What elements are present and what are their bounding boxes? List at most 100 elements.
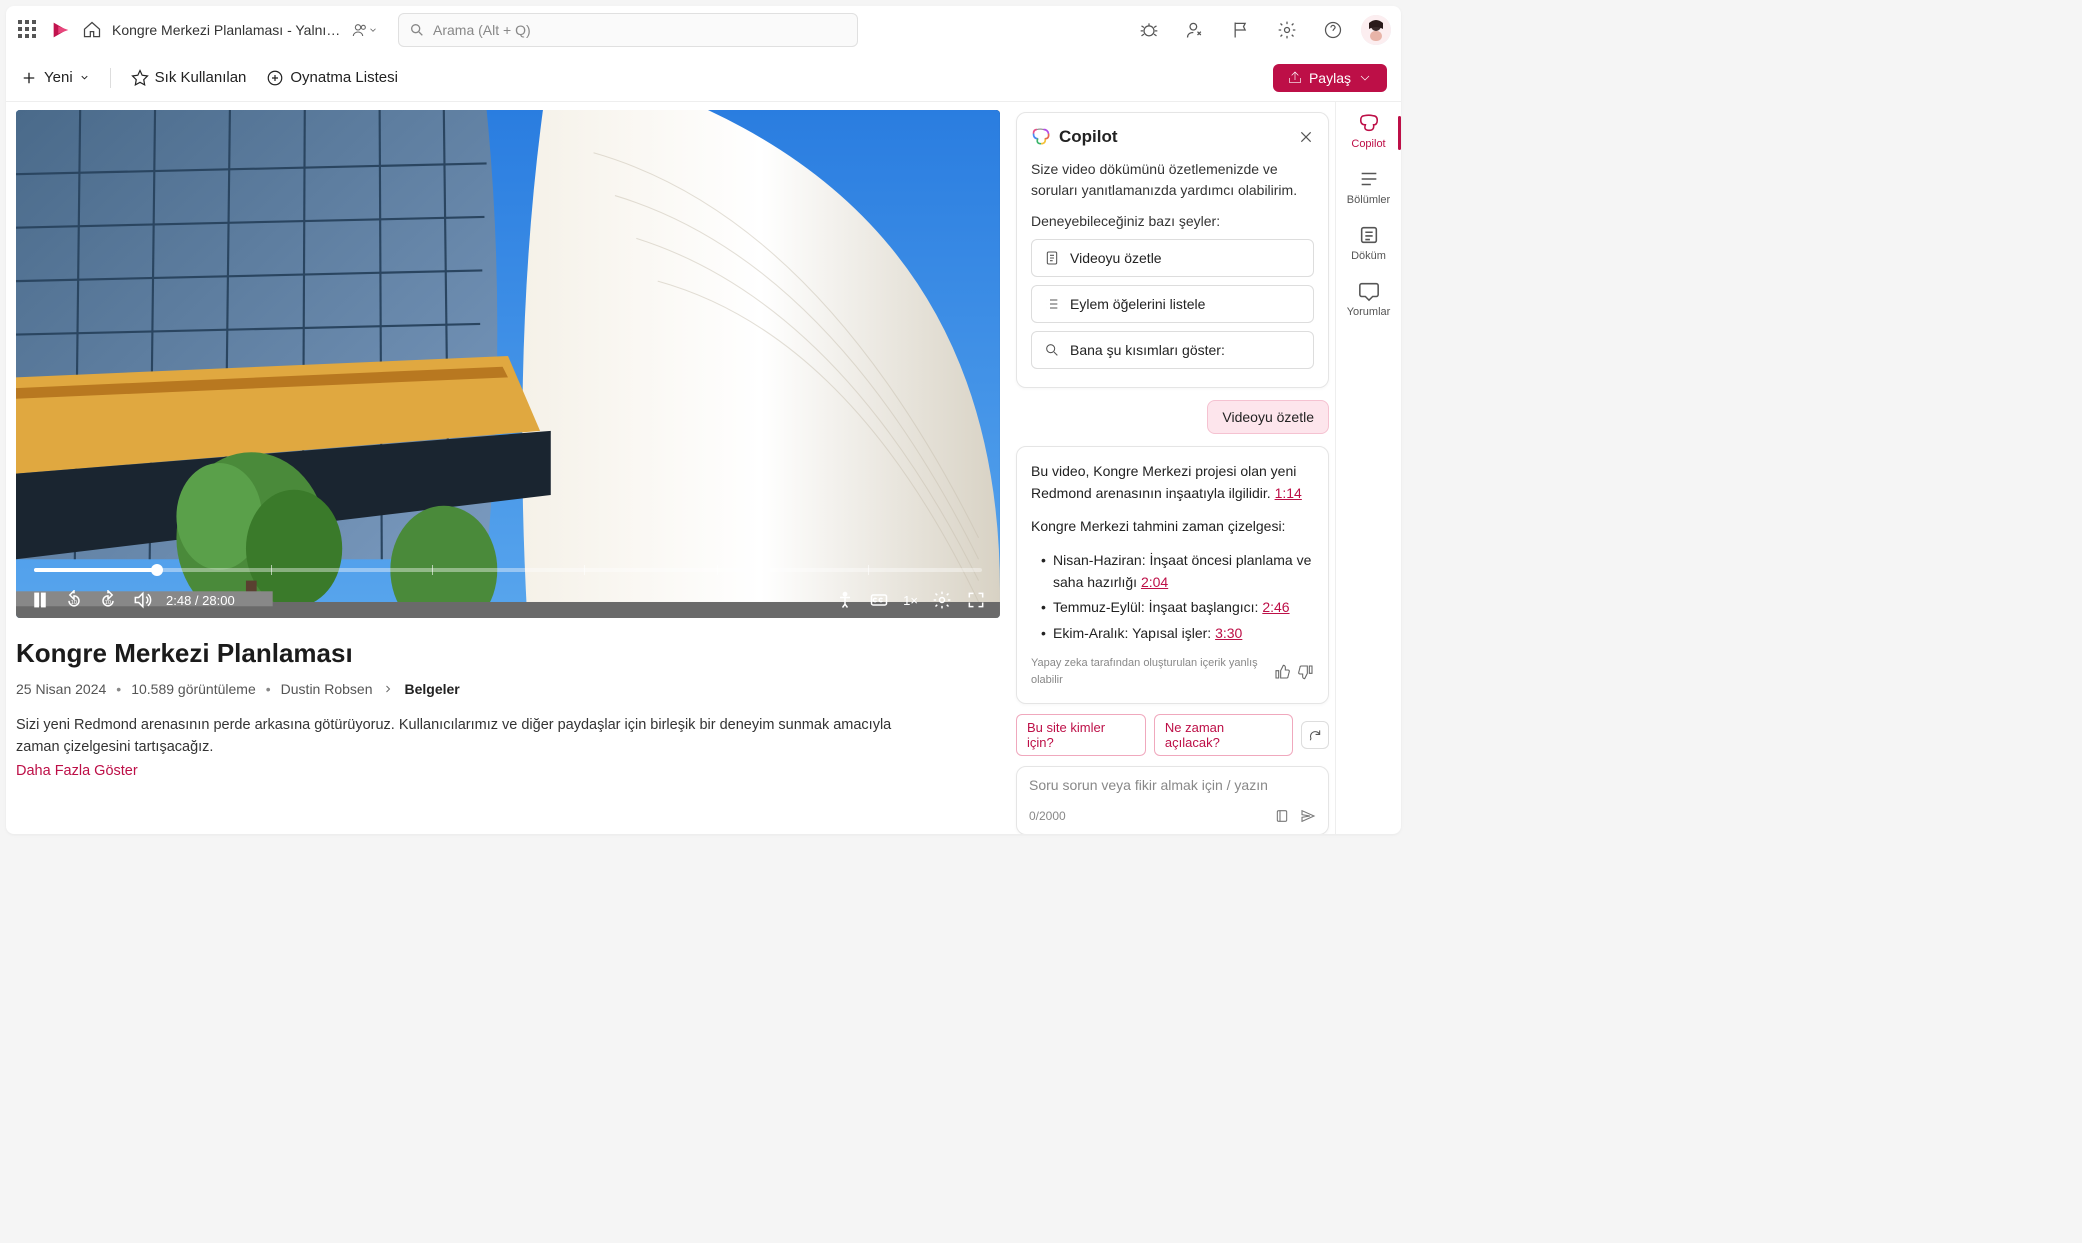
people-access-chip[interactable]: [352, 22, 378, 38]
playlist-button[interactable]: Oynatma Listesi: [266, 69, 398, 87]
timestamp-link[interactable]: 3:30: [1215, 625, 1242, 641]
breadcrumb-folder[interactable]: Belgeler: [404, 681, 459, 697]
answer-bullet: Nisan-Haziran: İnşaat öncesi planlama ve…: [1041, 550, 1314, 593]
copilot-intro-text: Size video dökümünü özetlemenizde ve sor…: [1031, 159, 1314, 201]
suggestion-label: Eylem öğelerini listele: [1070, 296, 1205, 312]
timestamp-link[interactable]: 1:14: [1275, 485, 1302, 501]
transcript-icon: [1358, 224, 1380, 246]
video-player[interactable]: 10 10 2:48 / 28:00 1×: [16, 110, 1000, 618]
followup-question[interactable]: Bu site kimler için?: [1016, 714, 1146, 756]
video-views: 10.589 görüntüleme: [131, 681, 256, 697]
refresh-icon: [1308, 728, 1322, 742]
new-label: Yeni: [44, 69, 73, 86]
help-icon[interactable]: [1323, 20, 1343, 40]
captions-icon[interactable]: [869, 590, 889, 610]
progress-fill: [34, 568, 157, 572]
chapter-marker: [271, 565, 272, 575]
chevron-down-icon: [79, 72, 90, 83]
rail-comments[interactable]: Yorumlar: [1347, 280, 1391, 318]
video-description: Sizi yeni Redmond arenasının perde arkas…: [16, 715, 916, 759]
rail-label: Döküm: [1351, 250, 1386, 262]
ai-disclaimer: Yapay zeka tarafından oluşturulan içerik…: [1031, 655, 1266, 689]
share-icon: [1287, 70, 1303, 86]
copilot-logo-icon: [1031, 127, 1051, 147]
followup-question[interactable]: Ne zaman açılacak?: [1154, 714, 1293, 756]
accessibility-icon[interactable]: [835, 590, 855, 610]
user-message: Videoyu özetle: [1207, 400, 1329, 434]
favorites-label: Sık Kullanılan: [155, 69, 247, 86]
send-icon[interactable]: [1300, 808, 1316, 824]
progress-thumb[interactable]: [151, 564, 163, 576]
bug-icon[interactable]: [1139, 20, 1159, 40]
app-launcher-icon[interactable]: [16, 18, 40, 42]
search-icon: [1044, 342, 1060, 358]
search-input[interactable]: [433, 22, 847, 38]
star-icon: [131, 69, 149, 87]
playback-speed[interactable]: 1×: [903, 593, 918, 608]
rail-chapters[interactable]: Bölümler: [1347, 168, 1390, 206]
video-frame: [16, 110, 1000, 618]
answer-paragraph: Bu video, Kongre Merkezi projesi olan ye…: [1031, 463, 1296, 501]
document-icon: [1044, 250, 1060, 266]
suggestion-label: Videoyu özetle: [1070, 250, 1162, 266]
copilot-rail-icon: [1358, 112, 1380, 134]
user-avatar[interactable]: [1361, 15, 1391, 45]
settings-icon[interactable]: [932, 590, 952, 610]
video-author[interactable]: Dustin Robsen: [281, 681, 373, 697]
list-icon: [1044, 296, 1060, 312]
svg-text:10: 10: [105, 600, 112, 606]
rail-active-indicator: [1398, 116, 1401, 150]
volume-icon[interactable]: [132, 590, 152, 610]
video-progress-bar[interactable]: [34, 568, 982, 572]
chapters-icon: [1358, 168, 1380, 190]
rail-label: Yorumlar: [1347, 306, 1391, 318]
suggestion-action-items[interactable]: Eylem öğelerini listele: [1031, 285, 1314, 323]
flag-icon[interactable]: [1231, 20, 1251, 40]
chevron-down-icon: [1357, 70, 1373, 86]
stream-brand-icon: [50, 19, 72, 41]
new-button[interactable]: Yeni: [20, 69, 90, 87]
favorites-button[interactable]: Sık Kullanılan: [131, 69, 247, 87]
chapter-marker: [432, 565, 433, 575]
video-date: 25 Nisan 2024: [16, 681, 106, 697]
copilot-input-card[interactable]: 0/2000: [1016, 766, 1329, 834]
thumbs-up-icon[interactable]: [1274, 664, 1290, 680]
chapter-marker: [868, 565, 869, 575]
copilot-title: Copilot: [1059, 127, 1290, 147]
separator: •: [116, 681, 121, 697]
separator: •: [266, 681, 271, 697]
settings-gear-icon[interactable]: [1277, 20, 1297, 40]
timestamp-link[interactable]: 2:46: [1262, 599, 1289, 615]
refresh-button[interactable]: [1301, 721, 1329, 749]
fullscreen-icon[interactable]: [966, 590, 986, 610]
suggestion-summarize[interactable]: Videoyu özetle: [1031, 239, 1314, 277]
suggestion-show-parts[interactable]: Bana şu kısımları göster:: [1031, 331, 1314, 369]
person-feedback-icon[interactable]: [1185, 20, 1205, 40]
video-title: Kongre Merkezi Planlaması: [16, 638, 1000, 669]
breadcrumb-title: Kongre Merkezi Planlaması - Yalnız...: [112, 22, 342, 38]
chapter-marker: [717, 565, 718, 575]
answer-bullet: Temmuz-Eylül: İnşaat başlangıcı: 2:46: [1041, 597, 1314, 619]
rail-transcript[interactable]: Döküm: [1351, 224, 1386, 262]
copilot-input[interactable]: [1029, 777, 1316, 797]
close-icon[interactable]: [1298, 129, 1314, 145]
playlist-label: Oynatma Listesi: [290, 69, 398, 86]
rail-copilot[interactable]: Copilot: [1351, 112, 1385, 150]
pause-icon[interactable]: [30, 590, 50, 610]
thumbs-down-icon[interactable]: [1298, 664, 1314, 680]
search-icon: [409, 22, 425, 38]
search-box[interactable]: [398, 13, 858, 47]
plus-icon: [20, 69, 38, 87]
timestamp-link[interactable]: 2:04: [1141, 574, 1168, 590]
share-button[interactable]: Paylaş: [1273, 64, 1387, 92]
suggestion-label: Bana şu kısımları göster:: [1070, 342, 1225, 358]
home-icon[interactable]: [82, 20, 102, 40]
playlist-add-icon: [266, 69, 284, 87]
chapter-marker: [584, 565, 585, 575]
forward-10-icon[interactable]: 10: [98, 590, 118, 610]
book-icon[interactable]: [1274, 808, 1290, 824]
rewind-10-icon[interactable]: 10: [64, 590, 84, 610]
comments-icon: [1358, 280, 1380, 302]
show-more-link[interactable]: Daha Fazla Göster: [16, 763, 1000, 779]
copilot-answer: Bu video, Kongre Merkezi projesi olan ye…: [1016, 446, 1329, 704]
